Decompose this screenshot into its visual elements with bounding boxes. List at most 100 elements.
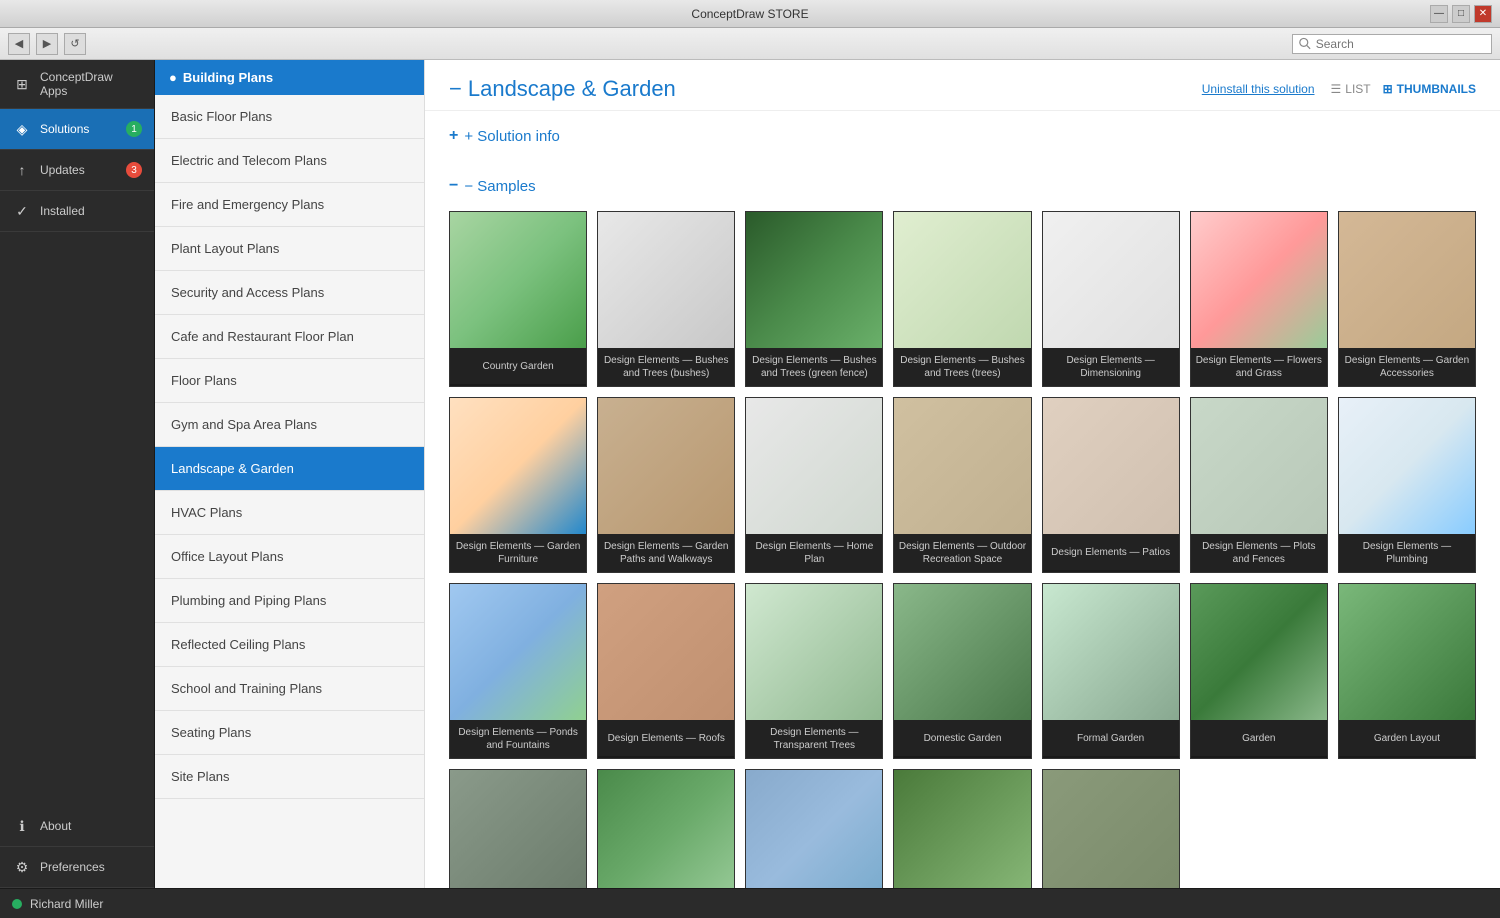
apps-icon: ⊞	[12, 74, 32, 94]
nav-item-basic-floor[interactable]: Basic Floor Plans	[155, 95, 424, 139]
thumb-label-de-home-plan: Design Elements — Home Plan	[746, 534, 882, 572]
building-plans-icon: ●	[169, 70, 177, 85]
sidebar-label-about: About	[40, 819, 71, 833]
user-name: Richard Miller	[30, 897, 103, 911]
thumb-image-garden	[1191, 584, 1327, 720]
thumb-image-de-flowers	[1191, 212, 1327, 348]
content-header: −Landscape & Garden Uninstall this solut…	[425, 60, 1500, 111]
thumb-item-garden[interactable]: Garden	[1190, 583, 1328, 759]
thumb-item-tropical-garden[interactable]: Tropical Garden	[893, 769, 1031, 888]
thumb-item-de-plumbing[interactable]: Design Elements — Plumbing	[1338, 397, 1476, 573]
forward-button[interactable]: ▶	[36, 33, 58, 55]
title-minus: −	[449, 76, 462, 101]
thumb-item-water-communication[interactable]: Water Communication Plan	[1042, 769, 1180, 888]
nav-item-seating[interactable]: Seating Plans	[155, 711, 424, 755]
thumb-label-de-ponds: Design Elements — Ponds and Fountains	[450, 720, 586, 758]
list-label: LIST	[1345, 82, 1370, 96]
search-input[interactable]	[1316, 37, 1485, 51]
back-button[interactable]: ◀	[8, 33, 30, 55]
thumb-label-domestic-garden: Domestic Garden	[894, 720, 1030, 756]
sidebar-label-preferences: Preferences	[40, 860, 105, 874]
thumb-item-terrace-garden[interactable]: Terrace Garden	[745, 769, 883, 888]
nav-item-plant[interactable]: Plant Layout Plans	[155, 227, 424, 271]
thumb-item-de-flowers[interactable]: Design Elements — Flowers and Grass	[1190, 211, 1328, 387]
thumb-item-garden-path[interactable]: Garden Path	[449, 769, 587, 888]
sidebar-item-solutions[interactable]: ◈ Solutions 1	[0, 109, 154, 150]
thumb-label-country-garden: Country Garden	[450, 348, 586, 384]
thumb-item-de-plots[interactable]: Design Elements — Plots and Fences	[1190, 397, 1328, 573]
content-area: −Landscape & Garden Uninstall this solut…	[425, 60, 1500, 888]
middle-nav-title: Building Plans	[183, 70, 273, 85]
thumb-image-garden-layout	[1339, 584, 1475, 720]
nav-item-fire[interactable]: Fire and Emergency Plans	[155, 183, 424, 227]
solutions-icon: ◈	[12, 119, 32, 139]
sidebar-item-installed[interactable]: ✓ Installed	[0, 191, 154, 232]
thumb-item-de-bushes-green[interactable]: Design Elements — Bushes and Trees (gree…	[745, 211, 883, 387]
thumb-item-de-garden-acc[interactable]: Design Elements — Garden Accessories	[1338, 211, 1476, 387]
middle-nav: ● Building Plans Basic Floor Plans Elect…	[155, 60, 425, 888]
thumb-item-de-transparent[interactable]: Design Elements — Transparent Trees	[745, 583, 883, 759]
restore-button[interactable]: □	[1452, 5, 1470, 23]
thumb-item-de-roofs[interactable]: Design Elements — Roofs	[597, 583, 735, 759]
solution-info-header[interactable]: + + Solution info	[449, 121, 1476, 151]
samples-header[interactable]: − − Samples	[449, 171, 1476, 201]
search-box[interactable]	[1292, 34, 1492, 54]
thumb-item-de-home-plan[interactable]: Design Elements — Home Plan	[745, 397, 883, 573]
sidebar-item-apps[interactable]: ⊞ ConceptDraw Apps	[0, 60, 154, 109]
nav-item-electric[interactable]: Electric and Telecom Plans	[155, 139, 424, 183]
thumb-item-de-patios[interactable]: Design Elements — Patios	[1042, 397, 1180, 573]
thumb-image-de-paths	[598, 398, 734, 534]
thumb-image-de-bushes-trees	[598, 212, 734, 348]
thumb-item-de-dimensioning[interactable]: Design Elements — Dimensioning	[1042, 211, 1180, 387]
thumb-item-de-ponds[interactable]: Design Elements — Ponds and Fountains	[449, 583, 587, 759]
nav-item-plumbing[interactable]: Plumbing and Piping Plans	[155, 579, 424, 623]
updates-badge: 3	[126, 162, 142, 178]
thumbnails-icon: ⊞	[1383, 82, 1393, 96]
thumb-label-de-bushes-trees: Design Elements — Bushes and Trees (bush…	[598, 348, 734, 386]
thumb-item-domestic-garden[interactable]: Domestic Garden	[893, 583, 1031, 759]
uninstall-link[interactable]: Uninstall this solution	[1202, 82, 1315, 96]
nav-item-landscape[interactable]: Landscape & Garden	[155, 447, 424, 491]
user-status-indicator	[12, 899, 22, 909]
thumb-item-garden-layout[interactable]: Garden Layout	[1338, 583, 1476, 759]
sidebar-item-updates[interactable]: ↑ Updates 3	[0, 150, 154, 191]
search-icon	[1299, 37, 1312, 51]
thumb-image-de-plumbing	[1339, 398, 1475, 534]
nav-item-site[interactable]: Site Plans	[155, 755, 424, 799]
thumb-label-de-paths: Design Elements — Garden Paths and Walkw…	[598, 534, 734, 572]
thumb-item-moresque-garden[interactable]: Moresque Garden	[597, 769, 735, 888]
nav-item-floor[interactable]: Floor Plans	[155, 359, 424, 403]
view-toggle: ☰ LIST ⊞ THUMBNAILS	[1331, 82, 1477, 96]
thumb-item-de-paths[interactable]: Design Elements — Garden Paths and Walkw…	[597, 397, 735, 573]
thumb-image-de-plots	[1191, 398, 1327, 534]
minimize-button[interactable]: —	[1430, 5, 1448, 23]
updates-icon: ↑	[12, 160, 32, 180]
sidebar-label-solutions: Solutions	[40, 122, 89, 136]
sidebar-item-preferences[interactable]: ⚙ Preferences	[0, 847, 154, 888]
thumb-item-de-furniture[interactable]: Design Elements — Garden Furniture	[449, 397, 587, 573]
nav-item-security[interactable]: Security and Access Plans	[155, 271, 424, 315]
thumbnails-view-button[interactable]: ⊞ THUMBNAILS	[1383, 82, 1476, 96]
solution-info-section: + + Solution info	[425, 111, 1500, 161]
thumb-image-de-dimensioning	[1043, 212, 1179, 348]
nav-item-cafe[interactable]: Cafe and Restaurant Floor Plan	[155, 315, 424, 359]
nav-item-school[interactable]: School and Training Plans	[155, 667, 424, 711]
thumb-label-de-dimensioning: Design Elements — Dimensioning	[1043, 348, 1179, 386]
thumb-item-de-bushes-trees2[interactable]: Design Elements — Bushes and Trees (tree…	[893, 211, 1031, 387]
nav-item-reflected[interactable]: Reflected Ceiling Plans	[155, 623, 424, 667]
thumb-item-country-garden[interactable]: Country Garden	[449, 211, 587, 387]
thumb-image-de-home-plan	[746, 398, 882, 534]
thumb-item-de-outdoor[interactable]: Design Elements — Outdoor Recreation Spa…	[893, 397, 1031, 573]
nav-item-gym[interactable]: Gym and Spa Area Plans	[155, 403, 424, 447]
nav-item-hvac[interactable]: HVAC Plans	[155, 491, 424, 535]
thumb-item-formal-garden[interactable]: Formal Garden	[1042, 583, 1180, 759]
thumb-item-de-bushes-trees[interactable]: Design Elements — Bushes and Trees (bush…	[597, 211, 735, 387]
list-view-button[interactable]: ☰ LIST	[1331, 82, 1371, 96]
sidebar-item-about[interactable]: ℹ About	[0, 806, 154, 847]
thumb-label-de-plots: Design Elements — Plots and Fences	[1191, 534, 1327, 572]
thumb-image-garden-path	[450, 770, 586, 888]
close-button[interactable]: ✕	[1474, 5, 1492, 23]
nav-item-office[interactable]: Office Layout Plans	[155, 535, 424, 579]
thumbnails-grid: Country Garden Design Elements — Bushes …	[449, 201, 1476, 888]
refresh-button[interactable]: ↺	[64, 33, 86, 55]
